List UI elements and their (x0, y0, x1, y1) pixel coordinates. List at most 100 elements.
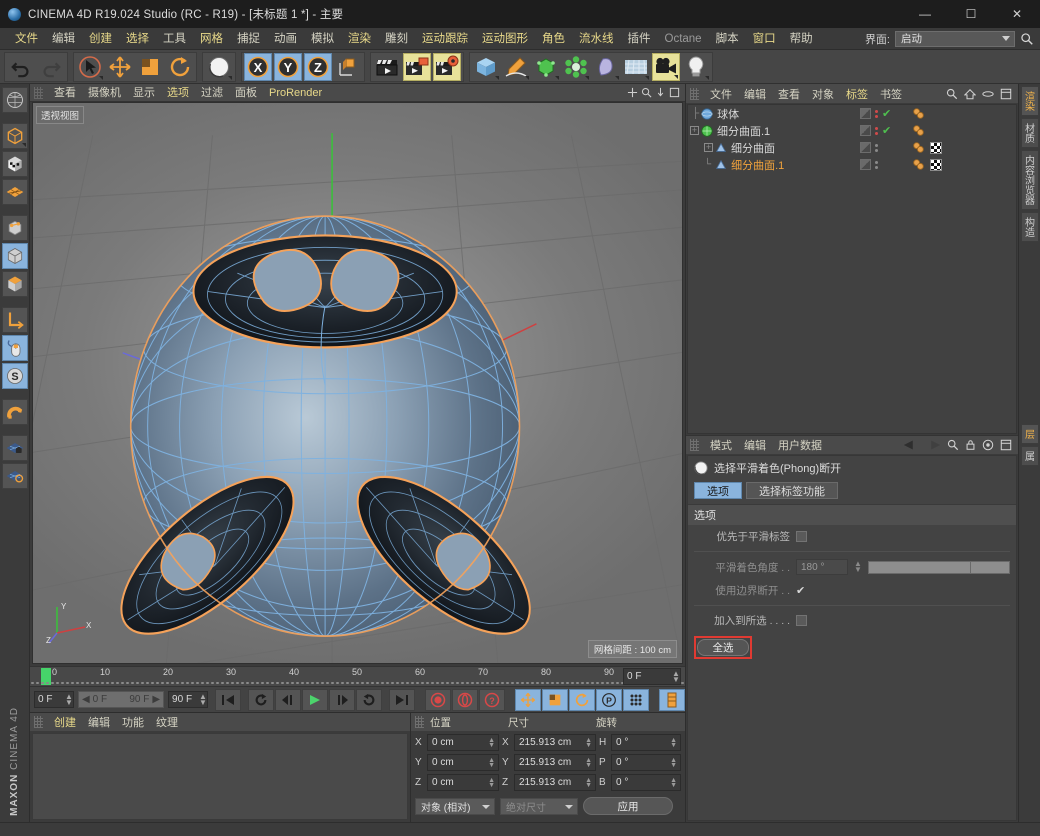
move-tool[interactable] (106, 53, 134, 81)
timeline-ruler[interactable]: 0 10 20 30 40 50 60 70 80 90 0 F ▲▼ (30, 666, 685, 686)
spinner-icon[interactable]: ▲▼ (585, 738, 592, 748)
close-button[interactable]: ✕ (994, 0, 1040, 28)
key-rotation-button[interactable] (569, 689, 595, 711)
polygons-mode-button[interactable] (2, 271, 28, 297)
vtab-attribute[interactable]: 属 (1021, 446, 1039, 466)
key-param-button[interactable]: P (596, 689, 622, 711)
spinner-icon[interactable]: ▲▼ (65, 694, 71, 706)
menu-motion-tracker[interactable]: 运动跟踪 (415, 28, 475, 50)
layer-box-icon[interactable] (860, 125, 871, 136)
go-to-start-button[interactable] (215, 689, 241, 711)
key-position-button[interactable] (515, 689, 541, 711)
texture-tag-icon[interactable] (930, 159, 942, 171)
record-key-button[interactable] (425, 689, 451, 711)
attributes-menu-userdata[interactable]: 用户数据 (772, 437, 828, 453)
vtab-structure[interactable]: 构造 (1021, 212, 1039, 242)
lock-z-button[interactable]: Z (304, 53, 332, 81)
coordinate-system-button[interactable] (334, 53, 362, 81)
timeline-view-button[interactable] (659, 689, 685, 711)
panel-grip-icon[interactable] (690, 88, 699, 100)
tab-options[interactable]: 选项 (694, 482, 742, 499)
axis-modify-button[interactable] (2, 307, 28, 333)
visibility-dots-icon[interactable] (875, 110, 878, 118)
use-edge-break-checkmark-icon[interactable]: ✔ (796, 584, 805, 597)
play-button[interactable] (302, 689, 328, 711)
viewport-menu-prorender[interactable]: ProRender (263, 84, 328, 102)
visibility-dots-icon[interactable] (875, 161, 878, 169)
viewport-menu-options[interactable]: 选项 (161, 84, 195, 102)
coord-mode-dropdown[interactable]: 对象 (相对) (415, 798, 495, 815)
panel-grip-icon[interactable] (34, 716, 43, 728)
add-scene-object-button[interactable] (622, 53, 650, 81)
object-row-subdivision[interactable]: + 细分曲面 (688, 139, 1016, 156)
maximize-button[interactable]: ☐ (948, 0, 994, 28)
spinner-icon[interactable]: ▲▼ (585, 758, 592, 768)
object-menu-edit[interactable]: 编辑 (738, 86, 772, 102)
magnet-button[interactable] (2, 399, 28, 425)
step-forward-button[interactable] (329, 689, 355, 711)
perspective-viewport[interactable]: 透视视图 (32, 102, 683, 664)
spinner-icon[interactable]: ▲▼ (488, 738, 495, 748)
add-mograph-button[interactable] (562, 53, 590, 81)
object-menu-objects[interactable]: 对象 (806, 86, 840, 102)
menu-edit[interactable]: 编辑 (45, 28, 82, 50)
lock-workplane-button[interactable] (2, 435, 28, 461)
viewport-menu-panel[interactable]: 面板 (229, 84, 263, 102)
spinner-icon[interactable]: ▲▼ (670, 758, 677, 768)
range-left-arrow-icon[interactable]: ◀ (82, 694, 90, 705)
material-menu-function[interactable]: 功能 (116, 714, 150, 730)
object-menu-tags[interactable]: 标签 (840, 86, 874, 102)
lock-icon[interactable] (965, 439, 976, 451)
attributes-menu-edit[interactable]: 编辑 (738, 437, 772, 453)
object-menu-view[interactable]: 查看 (772, 86, 806, 102)
add-spline-pen-button[interactable] (502, 53, 530, 81)
material-menu-texture[interactable]: 纹理 (150, 714, 184, 730)
target-icon[interactable] (982, 439, 994, 451)
workplane-button[interactable] (2, 463, 28, 489)
object-row-sphere[interactable]: ├ 球体 ✔ (688, 105, 1016, 122)
search-icon[interactable] (946, 88, 958, 100)
spinner-icon[interactable]: ▲▼ (585, 778, 592, 788)
layout-icon[interactable] (1000, 88, 1012, 100)
make-editable-button[interactable] (2, 87, 28, 113)
timeline-right-frame-field[interactable]: 0 F ▲▼ (623, 668, 681, 685)
material-list[interactable] (32, 733, 408, 820)
material-menu-edit[interactable]: 编辑 (82, 714, 116, 730)
menu-mograph[interactable]: 运动图形 (475, 28, 535, 50)
material-tag-icon[interactable] (912, 158, 925, 171)
object-row-subdivision-1[interactable]: + 细分曲面.1 ✔ (688, 122, 1016, 139)
menu-plugins[interactable]: 插件 (621, 28, 658, 50)
scale-tool[interactable] (136, 53, 164, 81)
coord-pos-x-field[interactable]: 0 cm▲▼ (427, 734, 499, 751)
coord-rot-p-field[interactable]: 0 °▲▼ (611, 754, 681, 771)
priority-over-phong-checkbox[interactable] (796, 531, 807, 542)
move-view-icon[interactable] (627, 87, 638, 98)
menu-tools[interactable]: 工具 (156, 28, 193, 50)
spinner-icon[interactable]: ▲▼ (670, 778, 677, 788)
viewport-menu-filter[interactable]: 过滤 (195, 84, 229, 102)
texture-mode-button[interactable] (2, 151, 28, 177)
coord-size-z-field[interactable]: 215.913 cm▲▼ (514, 774, 596, 791)
render-view-button[interactable] (373, 53, 401, 81)
range-right-arrow-icon[interactable]: ▶ (152, 694, 160, 705)
layout-icon[interactable] (1000, 439, 1012, 451)
coord-size-y-field[interactable]: 215.913 cm▲▼ (514, 754, 596, 771)
viewport-menu-view[interactable]: 查看 (48, 84, 82, 102)
menu-pipeline[interactable]: 流水线 (572, 28, 621, 50)
tab-selection-tag-function[interactable]: 选择标签功能 (746, 482, 838, 499)
spinner-icon[interactable]: ▲▼ (488, 778, 495, 788)
snap-settings-button[interactable]: S (2, 363, 28, 389)
menu-animation[interactable]: 动画 (267, 28, 304, 50)
layer-box-icon[interactable] (860, 108, 871, 119)
layer-box-icon[interactable] (860, 159, 871, 170)
spinner-icon[interactable]: ▲▼ (670, 738, 677, 748)
ellipse-icon[interactable] (982, 88, 994, 100)
viewport-menu-camera[interactable]: 摄像机 (82, 84, 127, 102)
menu-window[interactable]: 窗口 (746, 28, 783, 50)
menu-help[interactable]: 帮助 (783, 28, 820, 50)
play-reverse-button[interactable] (356, 689, 382, 711)
spinner-icon[interactable]: ▲▼ (854, 561, 862, 573)
rotate-view-icon[interactable] (655, 87, 666, 98)
mesh-plane-button[interactable] (2, 179, 28, 205)
expand-toggle-icon[interactable]: + (704, 143, 713, 152)
